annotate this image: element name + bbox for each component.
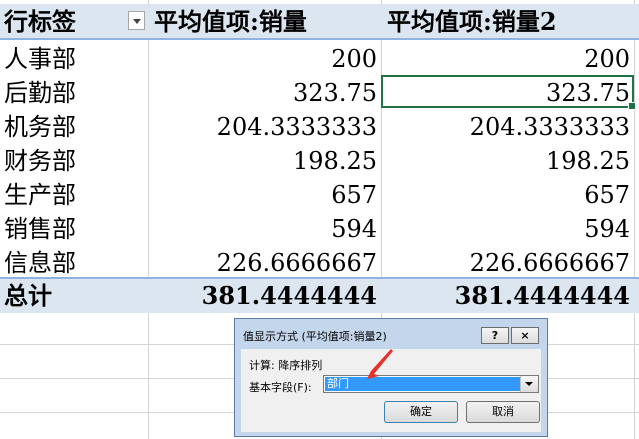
chevron-down-icon	[525, 382, 533, 386]
row-label[interactable]: 机务部	[0, 110, 148, 144]
value-cell[interactable]: 198.25	[148, 144, 381, 178]
value-cell[interactable]: 594	[148, 212, 381, 246]
dropdown-button[interactable]	[520, 376, 538, 392]
calculation-text: 计算: 降序排列	[249, 359, 323, 372]
fill-handle[interactable]	[628, 102, 636, 110]
row-label[interactable]: 信息部	[0, 246, 148, 280]
value-cell[interactable]: 226.6666667	[381, 246, 634, 280]
col-header-avg-sales[interactable]: 平均值项:销量	[148, 4, 381, 40]
value-cell[interactable]: 594	[381, 212, 634, 246]
value-cell[interactable]: 226.6666667	[148, 246, 381, 280]
value-cell[interactable]: 204.3333333	[381, 110, 634, 144]
value-cell[interactable]: 657	[148, 178, 381, 212]
row-label[interactable]: 销售部	[0, 212, 148, 246]
table-row: 机务部 204.3333333 204.3333333	[0, 110, 639, 144]
grand-total-row: 总计 381.4444444 381.4444444	[0, 277, 639, 313]
col-header-avg-sales2[interactable]: 平均值项:销量2	[381, 4, 634, 40]
pivot-header-row: 行标签 平均值项:销量 平均值项:销量2	[0, 4, 639, 40]
ok-button[interactable]: 确定	[384, 401, 458, 423]
chevron-down-icon	[133, 19, 141, 24]
value-cell[interactable]: 657	[381, 178, 634, 212]
table-row: 生产部 657 657	[0, 178, 639, 212]
row-filter-dropdown[interactable]	[128, 11, 145, 30]
table-row: 销售部 594 594	[0, 212, 639, 246]
base-field-label: 基本字段(F):	[249, 381, 312, 394]
value-cell[interactable]: 198.25	[381, 144, 634, 178]
table-row: 财务部 198.25 198.25	[0, 144, 639, 178]
close-button[interactable]: ×	[511, 327, 539, 344]
table-row: 人事部 200 200	[0, 42, 639, 76]
help-button[interactable]: ?	[481, 327, 509, 344]
row-label[interactable]: 人事部	[0, 42, 148, 76]
value-cell[interactable]: 200	[381, 42, 634, 76]
value-cell[interactable]: 204.3333333	[148, 110, 381, 144]
annotation-arrow-icon	[367, 349, 393, 379]
table-row: 信息部 226.6666667 226.6666667	[0, 246, 639, 280]
row-labels-header[interactable]: 行标签	[0, 4, 148, 40]
active-cell-selection	[381, 75, 636, 110]
value-cell[interactable]: 323.75	[148, 76, 381, 110]
value-cell[interactable]: 200	[148, 42, 381, 76]
total-label[interactable]: 总计	[0, 279, 148, 313]
dialog-title: 值显示方式 (平均值项:销量2)	[243, 330, 387, 343]
cancel-button[interactable]: 取消	[466, 401, 540, 423]
row-label[interactable]: 生产部	[0, 178, 148, 212]
row-label[interactable]: 财务部	[0, 144, 148, 178]
total-value[interactable]: 381.4444444	[381, 279, 634, 313]
total-value[interactable]: 381.4444444	[148, 279, 381, 313]
row-label[interactable]: 后勤部	[0, 76, 148, 110]
